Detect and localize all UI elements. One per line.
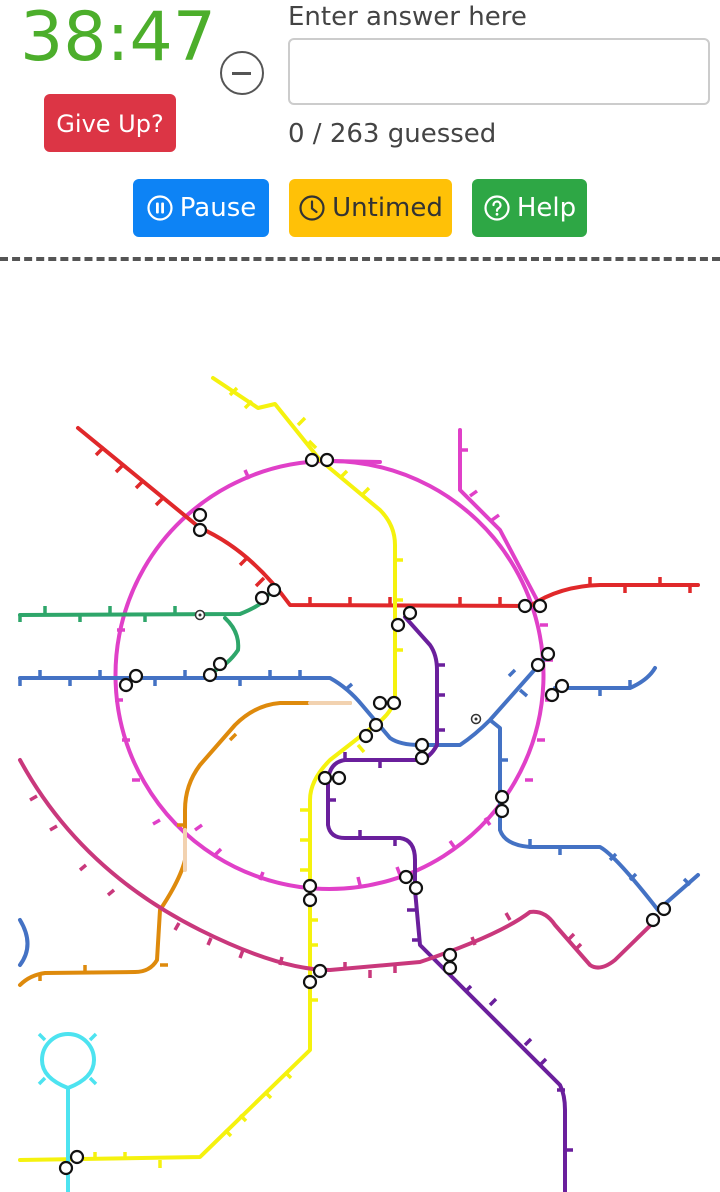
line-yellow <box>18 376 397 1162</box>
answer-label: Enter answer here <box>288 2 527 32</box>
station-interchange <box>317 770 347 786</box>
pause-button[interactable]: Pause <box>133 179 269 237</box>
station-interchange <box>645 901 672 928</box>
clock-icon <box>299 195 325 221</box>
answer-input[interactable] <box>288 38 710 105</box>
line-green <box>18 593 270 674</box>
station-interchange <box>302 878 318 908</box>
station-interchange <box>58 1149 85 1176</box>
countdown-timer: 38:47 <box>20 0 216 77</box>
pause-circle-icon <box>147 195 173 221</box>
ticks-blue <box>18 668 692 887</box>
line-orange-pale <box>183 701 352 872</box>
station-interchange <box>544 678 570 703</box>
untimed-label: Untimed <box>332 193 443 223</box>
metro-map[interactable] <box>0 262 720 1192</box>
question-circle-icon <box>484 195 510 221</box>
give-up-button[interactable]: Give Up? <box>44 94 176 152</box>
collapse-minus-icon[interactable] <box>220 51 264 95</box>
help-button[interactable]: Help <box>472 179 587 237</box>
help-label: Help <box>516 193 577 223</box>
pause-label: Pause <box>179 193 257 223</box>
line-blue-loop <box>18 918 30 967</box>
station-interchange <box>442 947 458 976</box>
station-interchange <box>372 695 402 711</box>
line-crimson <box>18 758 660 972</box>
station-interchange <box>398 869 424 896</box>
line-purple <box>326 615 567 1192</box>
station-interchange <box>494 789 510 819</box>
line-blue <box>18 656 700 912</box>
interchange-stations <box>58 452 672 1176</box>
section-divider <box>0 257 720 261</box>
guessed-count: 0 / 263 guessed <box>288 119 497 149</box>
untimed-button[interactable]: Untimed <box>289 179 452 237</box>
line-magenta-spur <box>328 428 539 602</box>
station-interchange <box>118 668 144 693</box>
station-interchange <box>414 737 430 766</box>
